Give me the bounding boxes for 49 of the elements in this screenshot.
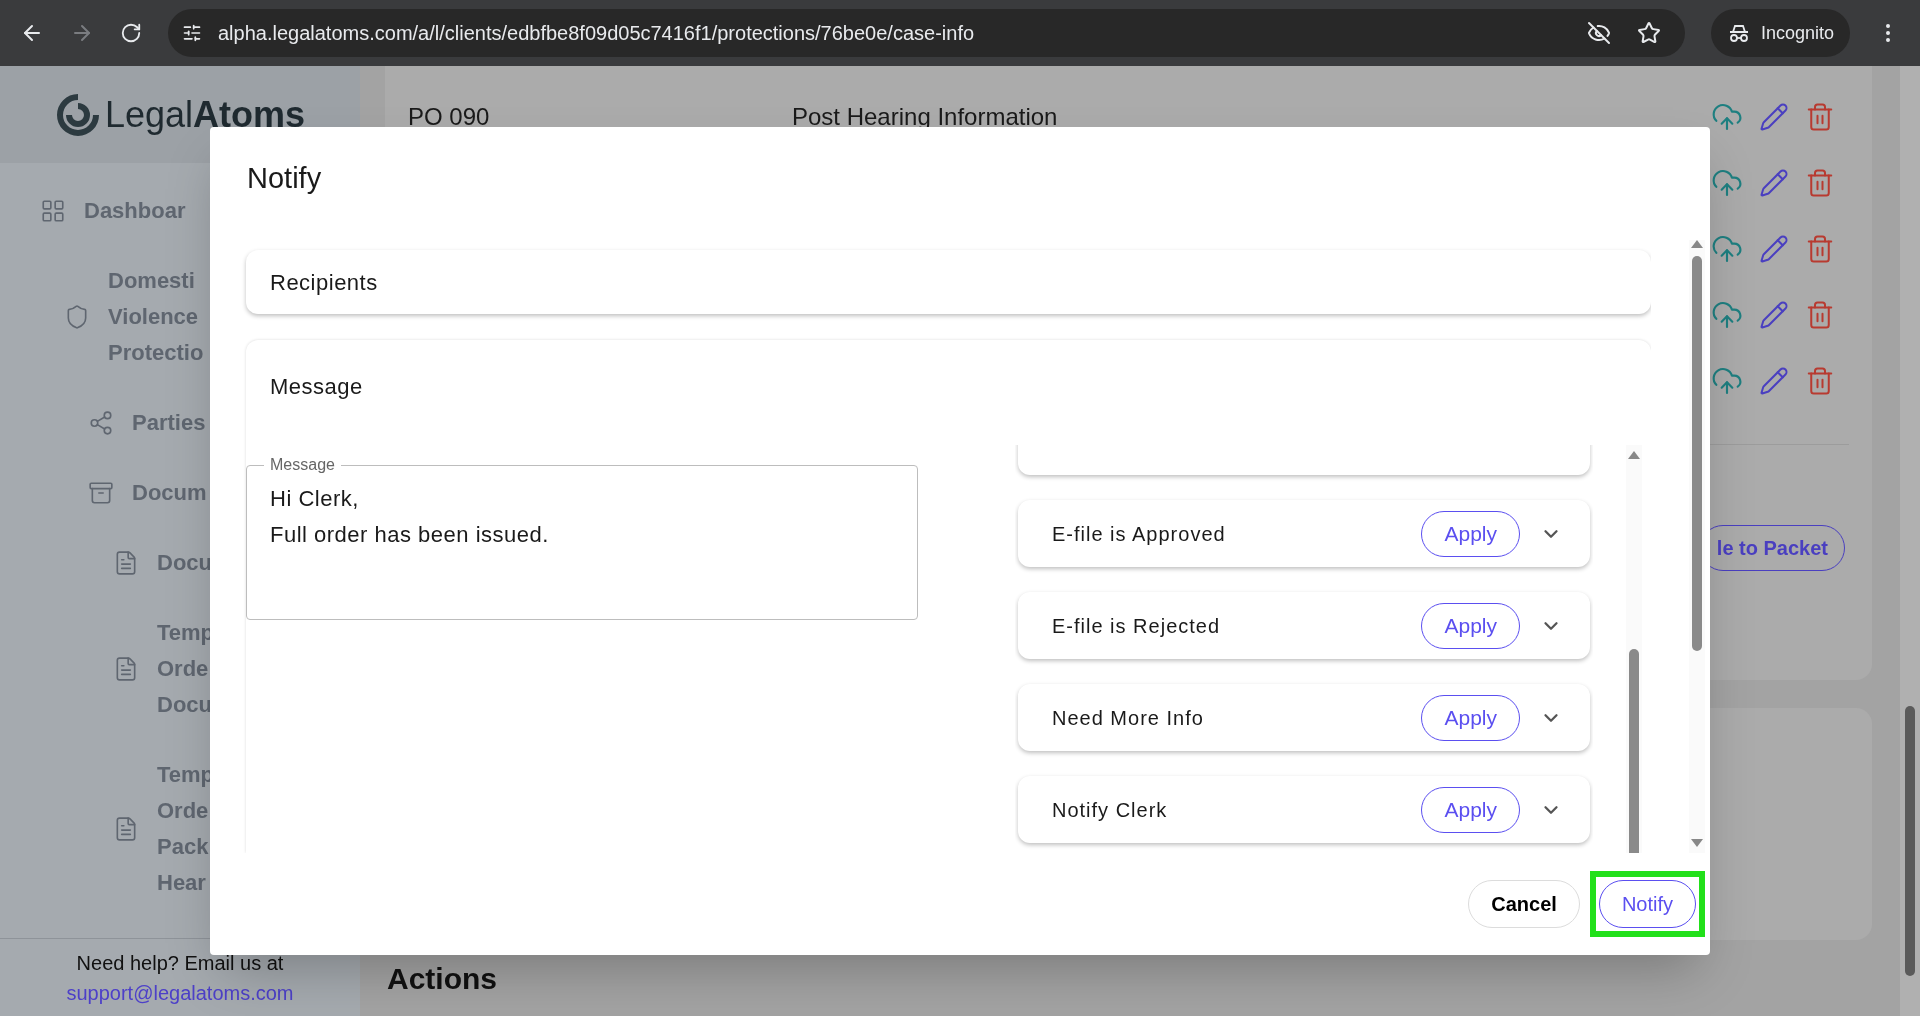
- share-icon: [88, 410, 114, 436]
- logo-icon: [55, 91, 101, 138]
- dashboard-icon: [40, 198, 66, 224]
- template-name: Need More Info: [1052, 705, 1204, 731]
- field-label: Message: [269, 455, 336, 475]
- notify-button[interactable]: Notify: [1598, 880, 1696, 928]
- message-field[interactable]: Message Hi Clerk, Full order has been issued.: [246, 455, 918, 620]
- help-text: Need help? Email us at: [76, 950, 284, 976]
- site-settings-icon[interactable]: [182, 23, 202, 43]
- delete-icon[interactable]: [1805, 300, 1835, 330]
- upload-icon[interactable]: [1711, 299, 1743, 331]
- delete-icon[interactable]: [1805, 366, 1835, 396]
- reload-icon[interactable]: [120, 22, 142, 44]
- scroll-up-icon[interactable]: [1628, 451, 1640, 459]
- url-text: alpha.legalatoms.com/a/l/clients/edbfbe8f09d05c7416f1/protections/76be0e/case-info: [218, 21, 976, 46]
- dialog-title: Notify: [247, 162, 322, 194]
- scrollbar-thumb[interactable]: [1629, 649, 1639, 853]
- delete-icon[interactable]: [1805, 234, 1835, 264]
- document-title: Post Hearing Information: [792, 102, 1058, 132]
- upload-icon[interactable]: [1711, 233, 1743, 265]
- document-code: PO 090: [408, 102, 491, 132]
- edit-icon[interactable]: [1759, 168, 1789, 198]
- scrollbar-thumb[interactable]: [1905, 706, 1915, 976]
- edit-icon[interactable]: [1759, 366, 1789, 396]
- section-title: Message: [269, 373, 364, 401]
- bookmark-star-icon[interactable]: [1636, 21, 1661, 45]
- template-name: E-file is Rejected: [1052, 613, 1221, 639]
- upload-icon[interactable]: [1711, 167, 1743, 199]
- edit-icon[interactable]: [1759, 234, 1789, 264]
- support-email-link[interactable]: support@legalatoms.com: [66, 977, 294, 1008]
- upload-icon[interactable]: [1711, 101, 1743, 133]
- delete-icon[interactable]: [1805, 168, 1835, 198]
- edit-icon[interactable]: [1759, 300, 1789, 330]
- upload-icon[interactable]: [1711, 365, 1743, 397]
- recipients-section[interactable]: Recipients: [246, 250, 1651, 314]
- scroll-down-icon[interactable]: [1691, 839, 1703, 847]
- eye-off-icon[interactable]: [1586, 21, 1611, 45]
- edit-icon[interactable]: [1759, 102, 1789, 132]
- address-bar[interactable]: alpha.legalatoms.com/a/l/clients/edbfbe8f09d05c7416f1/protections/76be0e/case-info: [168, 9, 1685, 57]
- scroll-up-icon[interactable]: [1691, 240, 1703, 248]
- delete-icon[interactable]: [1805, 102, 1835, 132]
- actions-heading: Actions: [386, 961, 498, 997]
- archive-icon: [88, 480, 114, 506]
- template-name: E-file is Approved: [1052, 521, 1226, 547]
- template-name: Notify Clerk: [1052, 797, 1168, 823]
- cancel-button[interactable]: Cancel: [1468, 880, 1580, 928]
- incognito-chip[interactable]: Incognito: [1710, 9, 1850, 57]
- scrollbar-thumb[interactable]: [1692, 256, 1702, 651]
- logo-text: LegalAtoms: [105, 92, 306, 137]
